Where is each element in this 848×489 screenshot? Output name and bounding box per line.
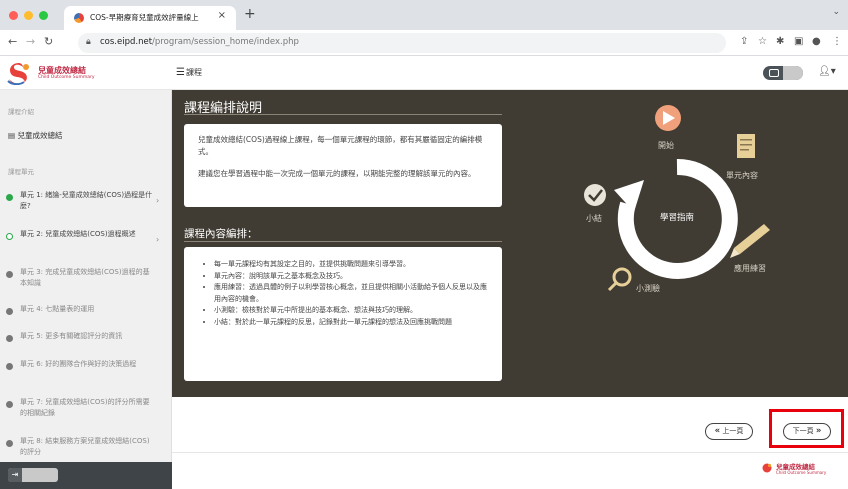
footer-logo-subtitle: Child Outcome Summary [776, 470, 827, 475]
learning-guide-diagram: 學習指南 開始 單元內容 應用練習 小測驗 小結 [562, 90, 848, 397]
browser-toolbar: ← → ↻ 🔒︎ cos.eipd.net/program/session_ho… [0, 30, 848, 56]
next-page-button[interactable]: 下一頁 » [783, 423, 831, 440]
browser-tab-bar: COS-早期療育兒童成效評量線上 × + ⌄ [0, 0, 848, 30]
list-item: 應用練習：透過具體的例子以利學習核心概念，並且提供相關小活動給予個人反思以及應用… [214, 282, 488, 305]
app-header: 兒童成效總結 Child Outcome Summary ☰課程 👤︎▾ [0, 56, 848, 90]
forward-arrow-icon[interactable]: → [26, 35, 35, 48]
hamburger-icon: ☰ [176, 67, 185, 78]
sidebar-section-units: 課程單元 [8, 168, 34, 176]
intro-paragraph: 兒童成效總結(COS)過程線上課程，每一個單元課程的環節，都有其嚴循固定的編排模… [198, 135, 483, 156]
double-chevron-right-icon: » [815, 426, 822, 436]
window-minimize-button[interactable] [24, 11, 33, 20]
window-maximize-button[interactable] [39, 11, 48, 20]
divider [184, 241, 502, 242]
learning-cycle-graphic [584, 105, 770, 292]
sign-in-icon [769, 69, 779, 77]
tab-search-chevron-icon[interactable]: ⌄ [832, 7, 840, 17]
chevron-right-icon: › [156, 235, 160, 244]
back-arrow-icon[interactable]: ← [8, 35, 17, 48]
list-item: 小測驗：檢核對於單元中所提出的基本概念、想法與技巧的理解。 [214, 305, 488, 317]
unit-status-icon [6, 335, 13, 342]
divider [184, 114, 502, 115]
content-list: 每一單元課程均有其設定之目的，並提供挑戰問題來引導學習。 單元內容：說明該單元之… [214, 259, 488, 329]
unit-label: 單元 8: 結束服務方案兒童成效總結(COS)的評分 [20, 437, 150, 456]
reload-icon[interactable]: ↻ [44, 35, 53, 48]
menu-label: 課程 [185, 68, 202, 77]
lock-icon: 🔒︎ [86, 37, 91, 47]
pager-bar: « 上一頁 下一頁 » 兒童成效總結 Child Outcome Summary [172, 397, 848, 489]
unit-label: 單元 5: 更多有關確認評分的資訊 [20, 332, 123, 340]
diagram-label-summary: 小結 [586, 214, 602, 223]
logo-subtitle: Child Outcome Summary [38, 75, 95, 80]
prev-page-label: 上一頁 [722, 427, 744, 435]
list-item: 小結：對於此一單元課程的反思，記錄對此一單元課程的想法及回應挑戰問題 [214, 317, 488, 329]
logo-icon[interactable] [6, 61, 32, 85]
unit-status-icon [6, 233, 13, 240]
next-page-label: 下一頁 [792, 427, 814, 435]
sidepanel-icon[interactable]: ▣ [794, 36, 803, 47]
diagram-label-practice: 應用練習 [734, 264, 766, 273]
course-panel: 課程編排說明 兒童成效總結(COS)過程線上課程，每一個單元課程的環節，都有其嚴… [172, 90, 848, 397]
unit-label: 單元 6: 好的團隊合作與好的決策過程 [20, 360, 137, 368]
unit-label: 單元 7: 兒童成效總結(COS)的評分所需要的相關紀錄 [20, 398, 150, 417]
list-item: 每一單元課程均有其設定之目的，並提供挑戰問題來引導學習。 [214, 259, 488, 271]
favicon-icon [74, 13, 84, 23]
redacted-user-name [783, 66, 803, 80]
unit-status-icon [6, 308, 13, 315]
tab-title: COS-早期療育兒童成效評量線上 [90, 13, 199, 22]
intro-paragraph: 建議您在學習過程中能一次完成一個單元的課程，以期能完整的理解該單元的內容。 [198, 169, 476, 178]
sign-in-icon: ⇥ [8, 468, 22, 482]
sidebar-footer-button[interactable]: ⇥ [8, 468, 58, 482]
url-text: cos.eipd.net/program/session_home/index.… [100, 37, 299, 47]
section-title: 課程內容編排： [184, 228, 258, 240]
sidebar-section-intro: 課程介紹 [8, 108, 34, 116]
user-menu-icon[interactable]: 👤︎▾ [818, 66, 836, 77]
prev-page-button[interactable]: « 上一頁 [705, 423, 753, 440]
unit-status-icon [6, 440, 13, 447]
extensions-icon[interactable]: ✱ [776, 36, 784, 47]
window-close-button[interactable] [9, 11, 18, 20]
unit-label: 單元 1: 緒論-兒童成效總結(COS)過程是什麼? [20, 191, 153, 210]
unit-label: 單元 4: 七點量表的運用 [20, 305, 95, 313]
menu-toggle-button[interactable]: ☰課程 [176, 67, 202, 78]
divider [172, 452, 848, 453]
header-toggle-button[interactable] [763, 66, 803, 80]
tab-close-icon[interactable]: × [218, 10, 226, 21]
chevron-right-icon: › [156, 196, 160, 205]
bookmark-star-icon[interactable]: ☆ [758, 36, 767, 47]
share-icon[interactable]: ⇪ [740, 36, 748, 47]
footer-logo-icon [762, 463, 772, 473]
new-tab-button[interactable]: + [244, 6, 256, 22]
content-box: 每一單元課程均有其設定之目的，並提供挑戰問題來引導學習。 單元內容：說明該單元之… [184, 247, 502, 381]
sidebar-item-intro[interactable]: ▤ 兒童成效總結 [8, 130, 62, 141]
profile-icon[interactable]: ● [812, 36, 821, 47]
diagram-label-start: 開始 [658, 141, 674, 150]
address-bar[interactable]: 🔒︎ cos.eipd.net/program/session_home/ind… [78, 33, 726, 53]
intro-box: 兒童成效總結(COS)過程線上課程，每一個單元課程的環節，都有其嚴循固定的編排模… [184, 124, 502, 207]
unit-label: 單元 3: 完成兒童成效總結(COS)過程的基本知識 [20, 268, 150, 287]
browser-menu-icon[interactable]: ⋮ [832, 36, 842, 47]
book-icon: ▤ [8, 131, 16, 140]
unit-label: 單元 2: 兒童成效總結(COS)過程概述 [20, 230, 136, 238]
unit-status-icon [6, 363, 13, 370]
unit-status-icon [6, 401, 13, 408]
unit-status-icon [6, 194, 13, 201]
diagram-label-content: 單元內容 [726, 171, 758, 180]
sidebar-footer: ⇥ [0, 462, 172, 489]
double-chevron-left-icon: « [714, 426, 721, 436]
list-item: 單元內容：說明該單元之基本概念及技巧。 [214, 271, 488, 283]
sidebar: 課程介紹 ▤ 兒童成效總結 課程單元 單元 1: 緒論-兒童成效總結(COS)過… [0, 90, 172, 489]
diagram-center-label: 學習指南 [659, 213, 694, 223]
browser-tab[interactable]: COS-早期療育兒童成效評量線上 × [64, 6, 236, 30]
diagram-label-quiz: 小測驗 [636, 284, 660, 293]
unit-status-icon [6, 271, 13, 278]
